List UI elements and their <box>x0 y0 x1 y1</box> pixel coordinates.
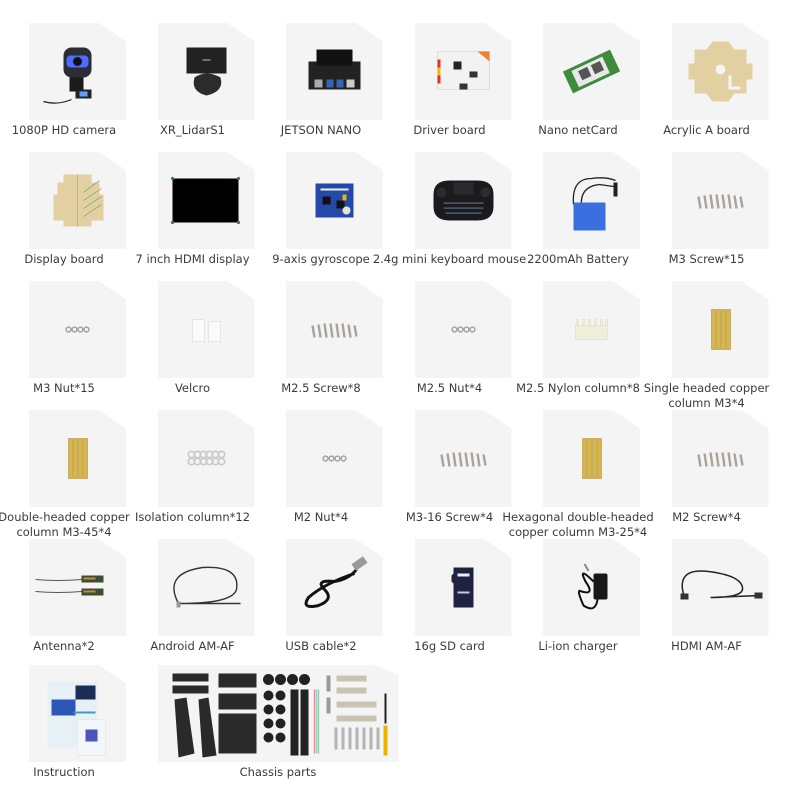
item-label: M2 Screw*4 <box>672 510 741 524</box>
copper-column-icon <box>68 438 88 479</box>
item-image-tile <box>157 665 399 762</box>
screws-icon <box>696 452 744 467</box>
item-image-tile <box>671 281 769 378</box>
battery-icon <box>572 177 618 231</box>
item-image-tile <box>671 152 769 249</box>
item-image-tile <box>543 539 640 636</box>
item-image-tile <box>671 539 769 636</box>
nuts-icon <box>322 455 347 462</box>
android-cable-icon <box>172 566 240 608</box>
nuts-icon <box>450 326 476 333</box>
item-image-tile <box>29 281 126 378</box>
item-image-tile <box>29 152 126 249</box>
hdmi-cable-icon <box>680 570 762 600</box>
item-image-tile <box>543 152 640 249</box>
item-image-tile <box>286 23 383 120</box>
item-label: HDMI AM-AF <box>671 639 742 653</box>
copper-column-icon <box>582 438 602 479</box>
lidar-icon <box>186 47 226 96</box>
hdmi-display-icon <box>170 176 240 225</box>
item-image-tile <box>157 539 255 636</box>
charger-icon <box>577 563 608 610</box>
screws-icon <box>696 194 744 209</box>
isolation-column-icon <box>186 450 226 466</box>
screws-icon <box>311 323 358 338</box>
keyboard-icon <box>433 180 493 221</box>
item-image-tile <box>157 281 255 378</box>
item-image-tile <box>157 23 255 120</box>
manual-icon <box>47 681 106 756</box>
chassis-parts-icon <box>172 673 387 758</box>
item-label: Single headed copper column M3*4 <box>643 381 770 410</box>
sd-card-icon <box>451 567 473 608</box>
item-image-tile <box>29 665 126 762</box>
item-image-tile <box>286 539 383 636</box>
item-image-tile <box>543 23 640 120</box>
item-image-tile <box>286 410 383 507</box>
item-label: Chassis parts <box>239 765 317 779</box>
item-image-tile <box>157 410 255 507</box>
copper-column-icon <box>710 309 731 350</box>
item-image-tile <box>29 410 126 507</box>
screws-icon <box>439 452 487 467</box>
item-image-tile <box>543 410 640 507</box>
network-card-icon <box>562 49 621 94</box>
item-image-tile <box>29 23 126 120</box>
camera-icon <box>43 47 92 104</box>
item-image-tile <box>414 539 512 636</box>
nylon-column-icon <box>575 319 608 340</box>
item-image-tile <box>286 152 383 249</box>
item-label: Acrylic A board <box>663 123 750 137</box>
parts-list-grid: 1080P HD camera XR_LidarS1 JETSON NANO Driv… <box>0 0 800 800</box>
nuts-icon <box>65 326 90 333</box>
item-image-tile <box>286 281 383 378</box>
item-image-tile <box>29 539 126 636</box>
item-image-tile <box>543 281 640 378</box>
item-image-tile <box>414 152 512 249</box>
jetson-nano-board-icon <box>308 49 361 90</box>
velcro-icon <box>191 319 221 342</box>
item-image-tile <box>414 281 512 378</box>
item-image-tile <box>157 152 255 249</box>
item-image-tile <box>414 23 512 120</box>
item-label: M3 Screw*15 <box>668 252 745 266</box>
acrylic-board-icon <box>688 41 752 102</box>
display-board-icon <box>53 174 104 227</box>
item-image-tile <box>414 410 512 507</box>
antenna-icon <box>35 575 104 596</box>
item-label: Instruction <box>33 765 95 779</box>
item-image-tile <box>671 23 769 120</box>
usb-cable-icon <box>304 556 368 608</box>
gyroscope-icon <box>315 183 354 218</box>
item-image-tile <box>671 410 769 507</box>
driver-board-icon <box>436 51 490 90</box>
